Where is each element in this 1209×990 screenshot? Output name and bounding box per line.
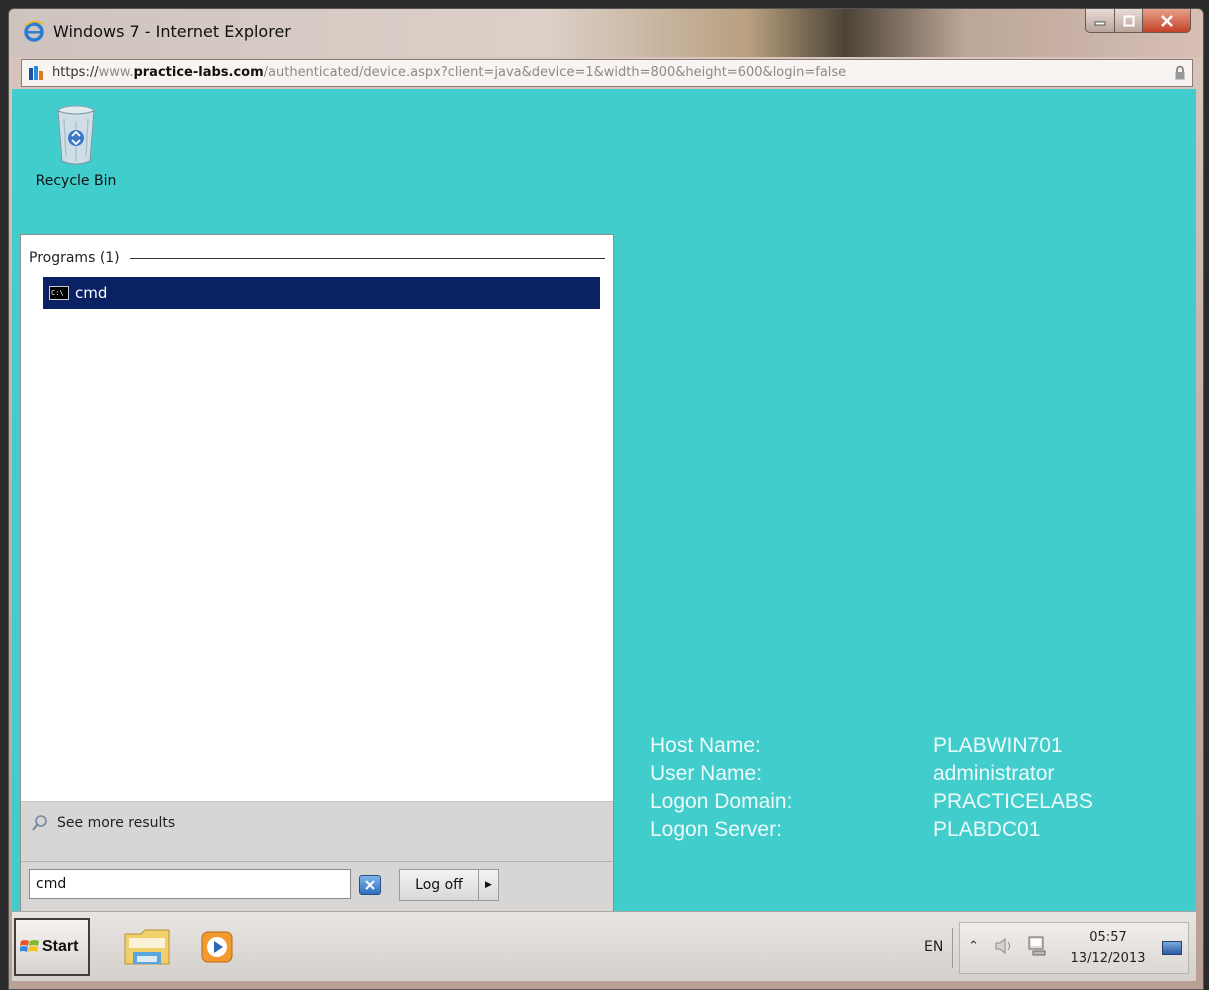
network-icon[interactable] [1026, 935, 1048, 957]
bginfo-key: Logon Domain: [650, 790, 793, 813]
taskbar-media-player-button[interactable] [192, 922, 242, 972]
maximize-button[interactable] [1115, 9, 1143, 33]
bginfo-value: PLABWIN701 [933, 734, 1063, 757]
volume-icon[interactable] [994, 937, 1014, 955]
title-bar[interactable]: Windows 7 - Internet Explorer [9, 9, 1203, 57]
site-favicon-icon [29, 66, 43, 80]
see-more-results-label: See more results [57, 815, 176, 831]
log-off-button[interactable]: Log off ▶ [399, 869, 499, 901]
bginfo-key: User Name: [650, 762, 763, 785]
ie-logo-icon [24, 20, 44, 42]
maximize-icon [1123, 15, 1134, 26]
media-player-icon [201, 931, 233, 963]
remote-desktop[interactable]: Recycle Bin Programs (1) C:\ cmd See mor… [12, 89, 1196, 911]
programs-header: Programs (1) [29, 249, 605, 267]
search-icon [32, 815, 47, 831]
search-result-label: cmd [75, 284, 108, 302]
search-result-cmd[interactable]: C:\ cmd [43, 277, 600, 309]
recycle-bin[interactable]: Recycle Bin [26, 103, 126, 189]
clear-search-button[interactable] [359, 875, 381, 895]
minimize-button[interactable] [1085, 9, 1115, 33]
start-label: Start [42, 938, 79, 955]
see-more-results-link[interactable]: See more results [31, 814, 175, 832]
lock-icon[interactable] [1174, 65, 1186, 81]
clock[interactable]: 05:57 13/12/2013 [1060, 927, 1156, 969]
recycle-bin-icon [57, 105, 95, 165]
url-path: /authenticated/device.aspx?client=java&d… [263, 65, 847, 80]
minimize-icon [1094, 21, 1106, 25]
windows-logo-icon [20, 940, 39, 952]
cmd-icon: C:\ [49, 286, 69, 300]
recycle-bin-label: Recycle Bin [35, 173, 117, 189]
start-button[interactable]: Start [14, 918, 90, 976]
clock-time: 05:57 [1089, 930, 1127, 945]
tray-separator [952, 928, 953, 968]
show-desktop-button[interactable] [1162, 941, 1182, 955]
close-button[interactable] [1143, 9, 1191, 33]
folder-icon [124, 929, 170, 965]
shutdown-options-arrow-icon[interactable]: ▶ [478, 870, 498, 900]
address-bar[interactable]: https://www.practice-labs.com/authentica… [21, 59, 1193, 87]
bginfo-row: User Name: administrator [650, 760, 1093, 788]
language-indicator[interactable]: EN [924, 939, 943, 955]
url-domain: practice-labs.com [133, 65, 264, 80]
url-prefix: www. [98, 65, 134, 80]
bginfo-value: PLABDC01 [933, 818, 1041, 841]
bginfo-key: Host Name: [650, 734, 761, 757]
window-controls [1085, 9, 1191, 33]
programs-header-label: Programs (1) [29, 250, 120, 266]
window-title: Windows 7 - Internet Explorer [53, 22, 291, 41]
search-area: Log off ▶ [21, 861, 613, 911]
taskbar-explorer-button[interactable] [122, 922, 172, 972]
system-tray: ⌃ 05:57 13/12/2013 [959, 922, 1189, 974]
search-input[interactable] [29, 869, 351, 899]
address-url: https://www.practice-labs.com/authentica… [52, 65, 846, 80]
clear-icon [365, 880, 375, 890]
see-more-results: See more results [21, 801, 613, 861]
bginfo-panel: Host Name: PLABWIN701 User Name: adminis… [650, 732, 1093, 844]
url-protocol: https:// [52, 65, 99, 80]
bginfo-row: Logon Server: PLABDC01 [650, 816, 1093, 844]
taskbar: Start EN ⌃ 05:57 13/12/2013 [12, 911, 1196, 981]
bginfo-row: Logon Domain: PRACTICELABS [650, 788, 1093, 816]
log-off-label: Log off [415, 877, 463, 893]
start-menu: Programs (1) C:\ cmd See more results Lo… [20, 234, 614, 911]
bginfo-key: Logon Server: [650, 818, 782, 841]
show-hidden-icons-icon[interactable]: ⌃ [968, 939, 979, 954]
bginfo-row: Host Name: PLABWIN701 [650, 732, 1093, 760]
close-icon [1160, 14, 1173, 27]
bginfo-value: PRACTICELABS [933, 790, 1093, 813]
programs-header-divider [129, 257, 605, 259]
clock-date: 13/12/2013 [1070, 951, 1146, 966]
bginfo-value: administrator [933, 762, 1055, 785]
